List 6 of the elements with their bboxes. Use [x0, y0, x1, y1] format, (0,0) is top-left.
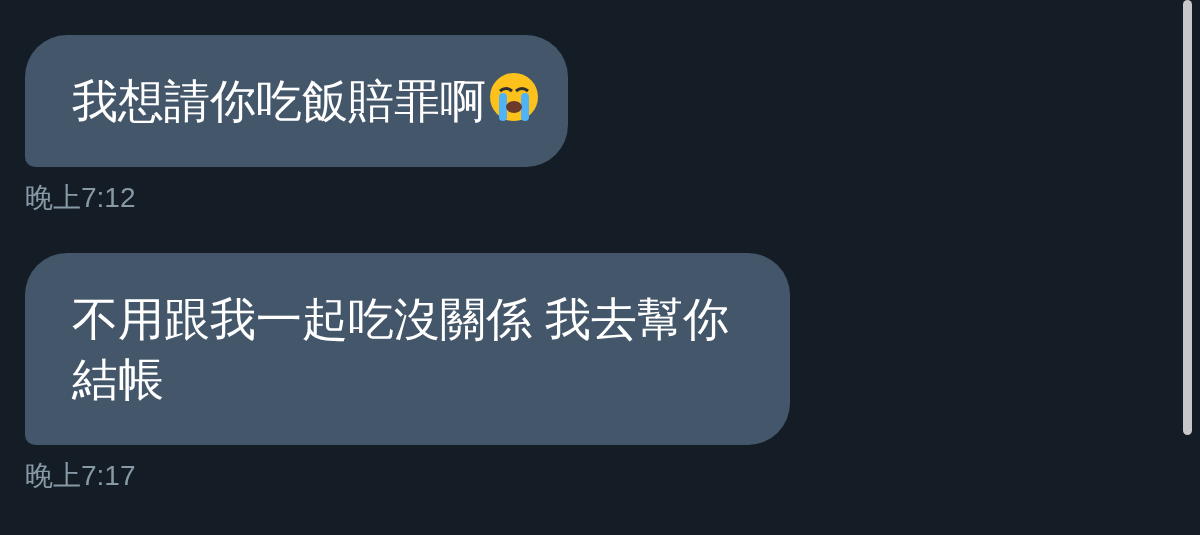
message-text: 不用跟我一起吃沒關係 我去幫你結帳: [72, 293, 729, 405]
scrollbar[interactable]: [1183, 0, 1192, 435]
crying-face-icon: [488, 71, 540, 123]
message-text: 我想請你吃飯賠罪啊: [72, 75, 486, 127]
message-time: 晚上7:17: [25, 459, 136, 493]
message-time: 晚上7:12: [25, 181, 136, 215]
